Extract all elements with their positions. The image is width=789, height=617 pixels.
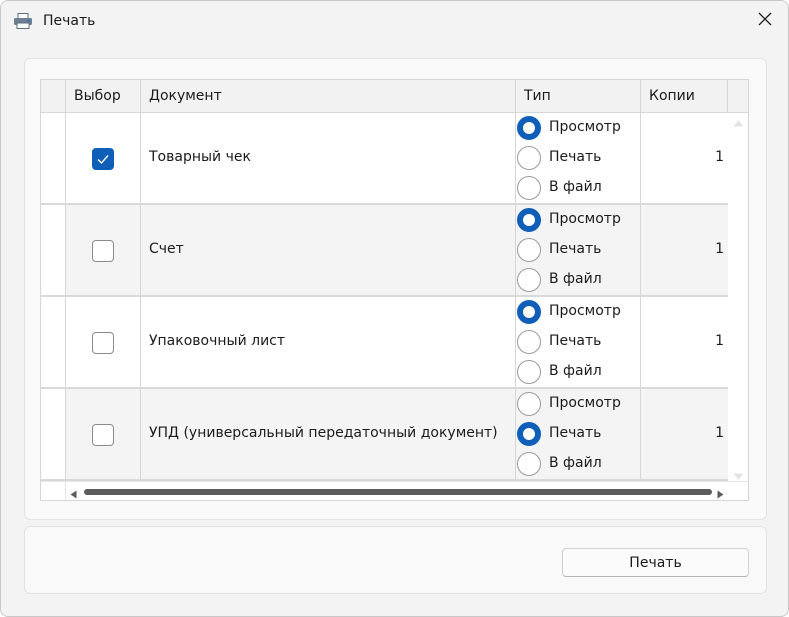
row-header[interactable] bbox=[41, 297, 66, 387]
horizontal-scrollbar[interactable] bbox=[66, 481, 748, 500]
type-radio[interactable] bbox=[517, 422, 541, 446]
column-header-document[interactable]: Документ bbox=[141, 80, 516, 113]
type-option-label: Печать bbox=[549, 149, 602, 165]
select-checkbox[interactable] bbox=[92, 332, 114, 354]
close-icon bbox=[758, 12, 772, 30]
document-name: Счет bbox=[149, 241, 184, 257]
document-name: УПД (универсальный передаточный документ… bbox=[149, 425, 498, 441]
copies-value: 1 bbox=[715, 333, 724, 349]
type-option[interactable]: В файл bbox=[516, 173, 641, 203]
type-option-label: В файл bbox=[549, 455, 602, 471]
type-radio[interactable] bbox=[517, 116, 541, 140]
type-option[interactable]: Печать bbox=[516, 235, 641, 265]
type-radio[interactable] bbox=[517, 300, 541, 324]
document-cell[interactable]: Упаковочный лист bbox=[141, 297, 516, 387]
type-radio[interactable] bbox=[517, 360, 541, 384]
type-option[interactable]: Просмотр bbox=[516, 113, 641, 143]
type-radio[interactable] bbox=[517, 392, 541, 416]
type-cell: Просмотр Печать В файл bbox=[516, 113, 641, 203]
copies-cell[interactable]: 1 bbox=[641, 297, 728, 387]
vertical-scrollbar[interactable] bbox=[729, 113, 748, 481]
select-checkbox[interactable] bbox=[92, 424, 114, 446]
copies-value: 1 bbox=[715, 241, 724, 257]
document-cell[interactable]: УПД (универсальный передаточный документ… bbox=[141, 389, 516, 479]
copies-value: 1 bbox=[715, 149, 724, 165]
type-option[interactable]: Просмотр bbox=[516, 205, 641, 235]
type-option-label: Печать bbox=[549, 333, 602, 349]
scroll-up-icon[interactable] bbox=[733, 115, 744, 131]
horizontal-scroll-thumb[interactable] bbox=[84, 489, 712, 495]
type-radio[interactable] bbox=[517, 238, 541, 262]
type-option-label: Просмотр bbox=[549, 303, 621, 319]
scroll-left-icon[interactable] bbox=[70, 487, 77, 500]
window-title: Печать bbox=[43, 13, 96, 29]
close-button[interactable] bbox=[742, 1, 788, 41]
scroll-right-icon[interactable] bbox=[717, 487, 724, 500]
type-option[interactable]: В файл bbox=[516, 265, 641, 295]
column-header-type[interactable]: Тип bbox=[516, 80, 641, 113]
type-option[interactable]: Печать bbox=[516, 327, 641, 357]
type-radio[interactable] bbox=[517, 452, 541, 476]
documents-grid: Выбор Документ Тип Копии Товарный чек Про… bbox=[40, 79, 749, 501]
document-cell[interactable]: Счет bbox=[141, 205, 516, 295]
type-option-label: Печать bbox=[549, 425, 602, 441]
select-cell bbox=[66, 205, 141, 295]
type-option[interactable]: Просмотр bbox=[516, 389, 641, 419]
type-option-label: В файл bbox=[549, 179, 602, 195]
type-option-label: В файл bbox=[549, 271, 602, 287]
type-cell: Просмотр Печать В файл bbox=[516, 389, 641, 479]
type-option-label: Просмотр bbox=[549, 119, 621, 135]
table-row[interactable]: Упаковочный лист Просмотр Печать В файл 1 bbox=[41, 297, 728, 389]
copies-cell[interactable]: 1 bbox=[641, 205, 728, 295]
printer-icon bbox=[13, 13, 33, 29]
select-cell bbox=[66, 297, 141, 387]
type-option-label: Просмотр bbox=[549, 211, 621, 227]
copies-cell[interactable]: 1 bbox=[641, 113, 728, 203]
type-option[interactable]: Печать bbox=[516, 143, 641, 173]
type-radio[interactable] bbox=[517, 330, 541, 354]
type-radio[interactable] bbox=[517, 268, 541, 292]
type-option-label: В файл bbox=[549, 363, 602, 379]
row-header[interactable] bbox=[41, 389, 66, 479]
copies-cell[interactable]: 1 bbox=[641, 389, 728, 479]
document-name: Упаковочный лист bbox=[149, 333, 286, 349]
table-row[interactable]: Счет Просмотр Печать В файл 1 bbox=[41, 205, 728, 297]
row-header[interactable] bbox=[41, 113, 66, 203]
type-cell: Просмотр Печать В файл bbox=[516, 205, 641, 295]
grid-header: Выбор Документ Тип Копии bbox=[41, 80, 748, 113]
document-cell[interactable]: Товарный чек bbox=[141, 113, 516, 203]
copies-value: 1 bbox=[715, 425, 724, 441]
column-header-filler bbox=[728, 80, 748, 113]
type-radio[interactable] bbox=[517, 146, 541, 170]
select-checkbox[interactable] bbox=[92, 240, 114, 262]
column-header-select[interactable]: Выбор bbox=[66, 80, 141, 113]
type-option[interactable]: Печать bbox=[516, 419, 641, 449]
select-cell bbox=[66, 113, 141, 203]
column-header-copies[interactable]: Копии bbox=[641, 80, 728, 113]
print-button[interactable]: Печать bbox=[562, 548, 749, 577]
type-option[interactable]: В файл bbox=[516, 357, 641, 387]
row-header-corner bbox=[41, 80, 66, 113]
select-checkbox[interactable] bbox=[92, 148, 114, 170]
type-option-label: Печать bbox=[549, 241, 602, 257]
row-header[interactable] bbox=[41, 205, 66, 295]
scrollbar-corner bbox=[41, 481, 66, 500]
table-row[interactable]: УПД (универсальный передаточный документ… bbox=[41, 389, 728, 481]
type-cell: Просмотр Печать В файл bbox=[516, 297, 641, 387]
type-radio[interactable] bbox=[517, 176, 541, 200]
table-row[interactable]: Товарный чек Просмотр Печать В файл 1 bbox=[41, 113, 728, 205]
document-name: Товарный чек bbox=[149, 149, 251, 165]
type-option[interactable]: В файл bbox=[516, 449, 641, 479]
type-option[interactable]: Просмотр bbox=[516, 297, 641, 327]
select-cell bbox=[66, 389, 141, 479]
type-option-label: Просмотр bbox=[549, 395, 621, 411]
type-radio[interactable] bbox=[517, 208, 541, 232]
title-bar: Печать bbox=[1, 1, 788, 45]
